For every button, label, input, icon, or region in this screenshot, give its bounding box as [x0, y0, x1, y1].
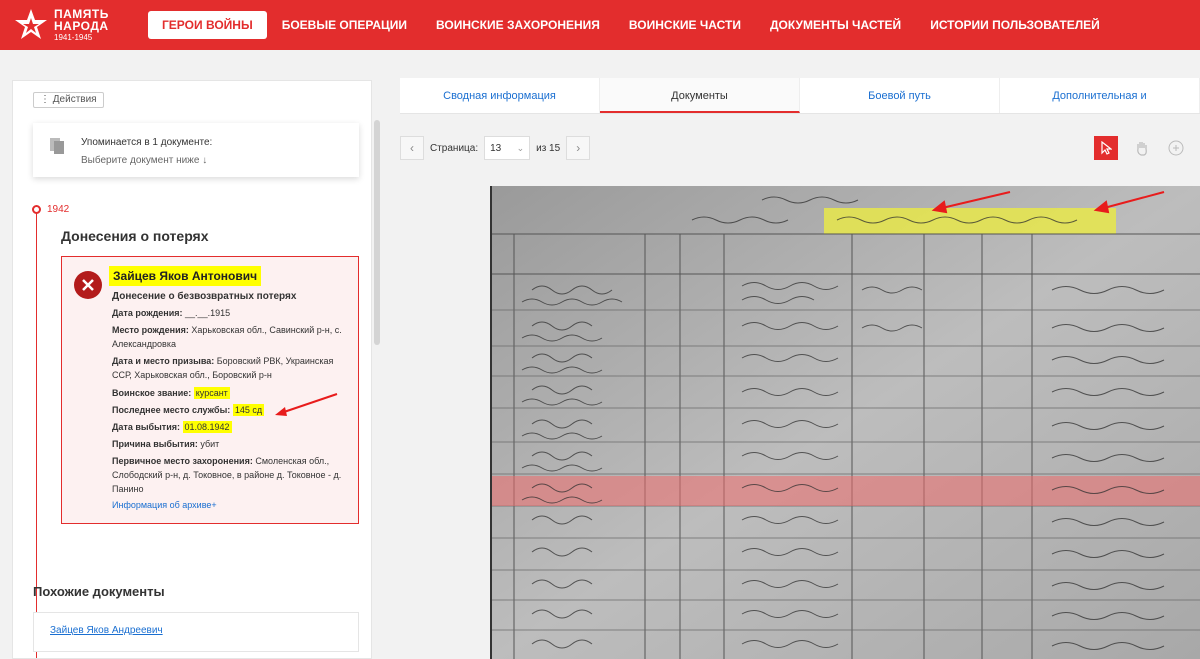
document-scan-image[interactable]: [490, 186, 1200, 659]
actions-button[interactable]: ⋮ Действия: [33, 92, 104, 108]
archive-info-link[interactable]: Информация об архиве+: [112, 500, 217, 510]
timeline-year: 1942: [47, 204, 70, 215]
nav-heroes[interactable]: ГЕРОИ ВОЙНЫ: [148, 11, 267, 39]
document-icon: [50, 138, 64, 154]
nav-user-stories[interactable]: ИСТОРИИ ПОЛЬЗОВАТЕЛЕЙ: [930, 18, 1100, 32]
pan-tool-button[interactable]: [1130, 136, 1154, 160]
timeline-dot: [32, 205, 41, 214]
scanned-document: [492, 186, 1200, 659]
chevron-right-icon: ›: [576, 141, 581, 155]
page-select[interactable]: 13 ⌄: [484, 136, 531, 160]
zoom-in-icon: [1168, 140, 1184, 156]
top-navigation-bar: ПАМЯТЬ НАРОДА 1941-1945 ГЕРОИ ВОЙНЫ БОЕВ…: [0, 0, 1200, 50]
nav-operations[interactable]: БОЕВЫЕ ОПЕРАЦИИ: [282, 18, 407, 32]
zoom-in-button[interactable]: [1164, 136, 1188, 160]
similar-doc-item: Зайцев Яков Андреевич: [33, 612, 359, 652]
mention-box: Упоминается в 1 документе: Выберите доку…: [33, 123, 359, 177]
tab-additional[interactable]: Дополнительная и: [1000, 78, 1200, 113]
chevron-left-icon: ‹: [410, 141, 414, 155]
mention-subtitle: Выберите документ ниже ↓: [81, 155, 208, 166]
similar-doc-link[interactable]: Зайцев Яков Андреевич: [50, 625, 163, 636]
nav-burials[interactable]: ВОИНСКИЕ ЗАХОРОНЕНИЯ: [436, 18, 600, 32]
main-nav: ГЕРОИ ВОЙНЫ БОЕВЫЕ ОПЕРАЦИИ ВОИНСКИЕ ЗАХ…: [148, 11, 1129, 39]
loss-report-card[interactable]: Зайцев Яков Антонович Донесение о безвоз…: [61, 256, 359, 524]
select-tool-button[interactable]: [1094, 136, 1118, 160]
tab-summary[interactable]: Сводная информация: [400, 78, 600, 113]
similar-docs-title: Похожие документы: [33, 584, 165, 599]
page-total: из 15: [536, 142, 561, 154]
site-logo[interactable]: ПАМЯТЬ НАРОДА 1941-1945: [14, 8, 134, 42]
page-label: Страница:: [430, 142, 479, 154]
cursor-icon: [1101, 141, 1112, 155]
next-page-button[interactable]: ›: [566, 136, 591, 160]
logo-years: 1941-1945: [54, 33, 93, 42]
tab-combat-path[interactable]: Боевой путь: [800, 78, 1000, 113]
pager: ‹ Страница: 13 ⌄ из 15 ›: [400, 136, 591, 160]
chevron-down-icon: ⌄: [516, 142, 525, 153]
left-panel: ⋮ Действия Упоминается в 1 документе: Вы…: [12, 80, 372, 659]
star-logo-icon: [15, 9, 47, 39]
field-birth-place: Место рождения: Харьковская обл., Савинс…: [112, 325, 342, 349]
left-panel-scrollbar[interactable]: [374, 120, 380, 345]
field-birth-date: Дата рождения: __.__.1915: [112, 308, 231, 318]
losses-section-title: Донесения о потерях: [61, 228, 209, 244]
person-name: Зайцев Яков Антонович: [109, 266, 262, 286]
hand-icon: [1137, 142, 1147, 156]
viewer-tools: [1094, 136, 1188, 160]
field-burial-place: Первичное место захоронения: Смоленская …: [112, 456, 342, 494]
annotation-arrow: [275, 393, 338, 416]
field-departure-date: Дата выбытия: 01.08.1942: [112, 421, 232, 433]
document-tabs: Сводная информация Документы Боевой путь…: [400, 78, 1200, 114]
tab-documents[interactable]: Документы: [600, 78, 800, 113]
prev-page-button[interactable]: ‹: [400, 136, 424, 160]
field-conscription: Дата и место призыва: Боровский РВК, Укр…: [112, 356, 334, 380]
nav-unit-documents[interactable]: ДОКУМЕНТЫ ЧАСТЕЙ: [770, 18, 901, 32]
field-reason: Причина выбытия: убит: [112, 439, 220, 449]
doc-type: Донесение о безвозвратных потерях: [112, 291, 297, 302]
logo-line2: НАРОДА: [54, 19, 109, 33]
nav-units[interactable]: ВОИНСКИЕ ЧАСТИ: [629, 18, 741, 32]
close-icon: [74, 271, 102, 299]
mention-title: Упоминается в 1 документе:: [81, 137, 213, 148]
